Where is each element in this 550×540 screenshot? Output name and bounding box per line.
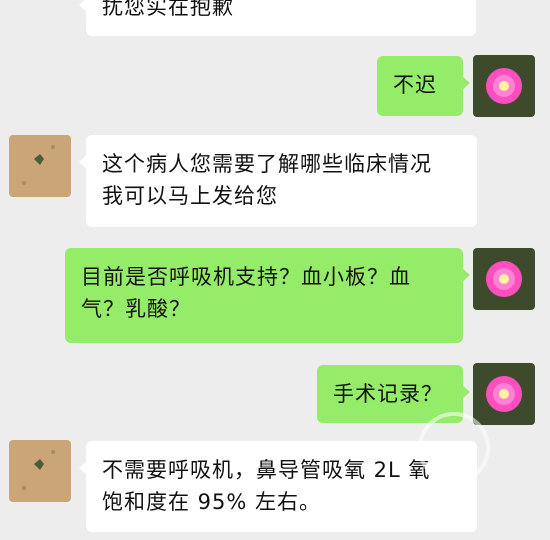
message-bubble-incoming[interactable]: 扰您实在抱歉 <box>79 0 476 36</box>
pink-flower-icon <box>473 363 535 425</box>
my-avatar[interactable] <box>473 363 535 425</box>
sand-photo-icon <box>9 440 71 502</box>
message-text-line: 饱和度在 95% 左右。 <box>102 490 322 514</box>
sand-photo-icon <box>9 135 71 197</box>
pink-flower-icon <box>473 55 535 117</box>
message-text-line: 这个病人您需要了解哪些临床情况 <box>102 152 432 176</box>
message-text-line: 目前是否呼吸机支持？血小板？血 <box>81 265 411 289</box>
message-text-line: 气？乳酸？ <box>81 297 191 321</box>
my-avatar[interactable] <box>473 248 535 310</box>
pink-flower-icon <box>473 248 535 310</box>
message-text: 手术记录？ <box>333 382 443 406</box>
watermark-logo <box>418 412 490 484</box>
message-text: 不迟 <box>393 73 437 97</box>
message-text: 扰您实在抱歉 <box>102 0 234 19</box>
message-text-line: 不需要呼吸机，鼻导管吸氧 2L 氧 <box>102 458 431 482</box>
message-text-line: 我可以马上发给您 <box>102 184 278 208</box>
contact-avatar[interactable] <box>9 440 71 502</box>
contact-avatar[interactable] <box>9 135 71 197</box>
message-bubble-incoming[interactable]: 这个病人您需要了解哪些临床情况 我可以马上发给您 <box>79 135 477 227</box>
message-bubble-outgoing[interactable]: 不迟 <box>377 56 470 116</box>
message-bubble-outgoing[interactable]: 目前是否呼吸机支持？血小板？血 气？乳酸？ <box>65 248 470 343</box>
my-avatar[interactable] <box>473 55 535 117</box>
